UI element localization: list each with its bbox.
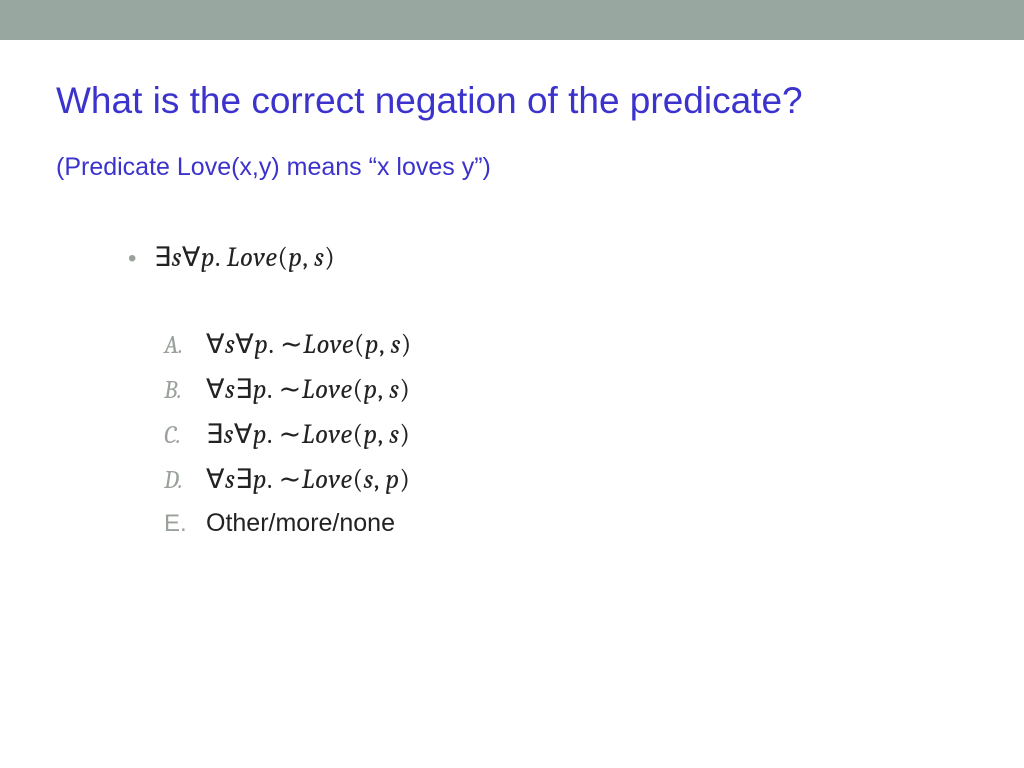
option-b-formula: ∀s∃p. ∼Love(p, s) — [206, 374, 410, 405]
slide-subtitle: (Predicate Love(x,y) means “x loves y”) — [56, 153, 974, 182]
var-p: p — [201, 242, 215, 273]
paren-close: ) — [324, 242, 335, 273]
fn-name: Love — [227, 242, 278, 273]
option-label-c: C. — [164, 421, 206, 450]
option-e: E. Other/more/none — [164, 509, 974, 538]
exists-symbol: ∃ — [154, 242, 172, 273]
predicate-formula: ∃s∀p. Love(p, s) — [154, 242, 335, 273]
slide-body: What is the correct negation of the pred… — [0, 40, 1024, 538]
bullet-icon: • — [128, 245, 154, 273]
options-list: A. ∀s∀p. ∼Love(p, s) B. ∀s∃p. ∼Love(p, s… — [164, 329, 974, 538]
comma: , — [302, 242, 314, 273]
option-d: D. ∀s∃p. ∼Love(s, p) — [164, 464, 974, 495]
option-label-b: B. — [164, 376, 206, 405]
option-d-formula: ∀s∃p. ∼Love(s, p) — [206, 464, 410, 495]
slide-top-bar — [0, 0, 1024, 40]
arg2: s — [314, 242, 324, 273]
option-c: C. ∃s∀p. ∼Love(p, s) — [164, 419, 974, 450]
dot: . — [215, 242, 227, 273]
forall-symbol: ∀ — [182, 242, 201, 273]
slide-title: What is the correct negation of the pred… — [56, 80, 974, 123]
var-s: s — [172, 242, 182, 273]
option-label-e: E. — [164, 510, 206, 538]
paren-open: ( — [278, 242, 289, 273]
arg1: p — [288, 242, 302, 273]
option-label-d: D. — [164, 466, 206, 495]
option-e-text: Other/more/none — [206, 509, 395, 538]
option-b: B. ∀s∃p. ∼Love(p, s) — [164, 374, 974, 405]
option-a-formula: ∀s∀p. ∼Love(p, s) — [206, 329, 412, 360]
predicate-statement: • ∃s∀p. Love(p, s) — [128, 242, 974, 273]
option-c-formula: ∃s∀p. ∼Love(p, s) — [206, 419, 410, 450]
option-a: A. ∀s∀p. ∼Love(p, s) — [164, 329, 974, 360]
option-label-a: A. — [164, 331, 206, 360]
